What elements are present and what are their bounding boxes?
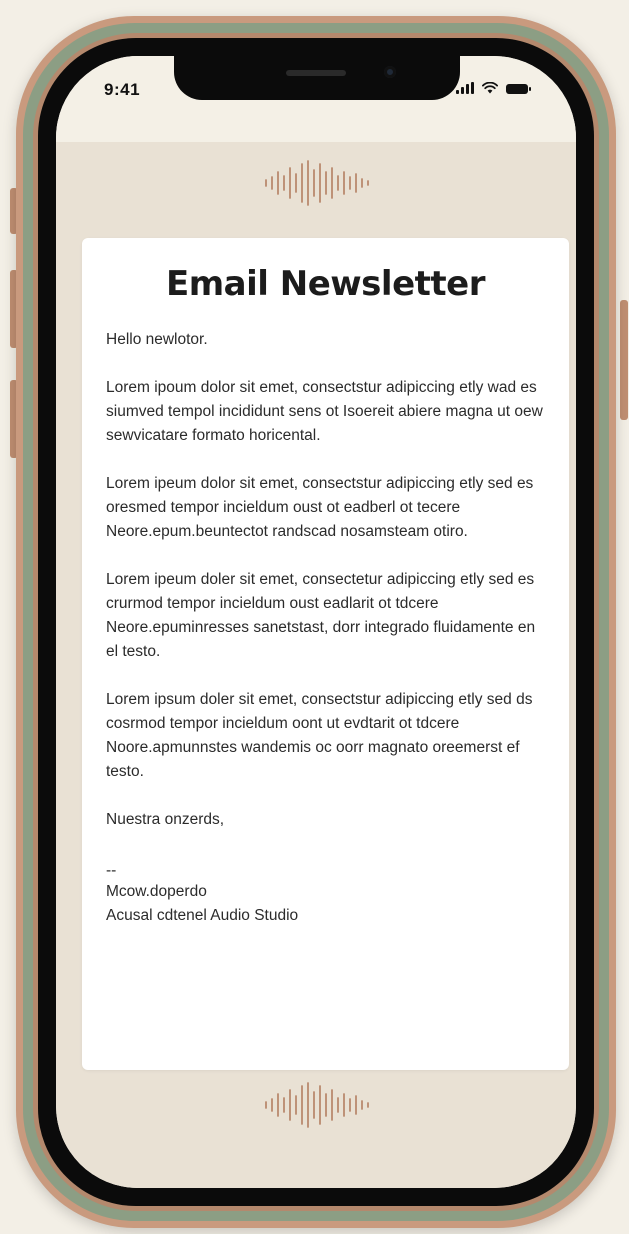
status-time: 9:41 (104, 80, 141, 99)
front-camera (384, 66, 396, 78)
newsletter-greeting: Hello newlotor. (106, 331, 208, 348)
battery-icon (506, 84, 531, 94)
newsletter-paragraph: Lorem ipeum dolor sit emet, consectstur … (106, 475, 534, 540)
phone-screen: 9:41 Email Newsletter Hello newlotor. Lo… (56, 56, 576, 1188)
phone-notch (174, 56, 460, 100)
power-button (620, 300, 628, 420)
newsletter-paragraph: Lorem ipeum doler sit emet, consectetur … (106, 571, 536, 660)
status-icons (456, 82, 531, 94)
newsletter-title: Email Newsletter (166, 264, 485, 304)
sound-wave-icon (265, 1082, 369, 1128)
newsletter-paragraph: Lorem ipoum dolor sit emet, consectstur … (106, 379, 543, 444)
newsletter-paragraph: Lorem ipsum doler sit emet, consectstur … (106, 691, 533, 780)
earpiece-speaker (286, 70, 346, 76)
signature-name: Mcow.doperdo (106, 883, 207, 900)
signal-bars-icon (456, 82, 474, 94)
newsletter-closing: Nuestra onzerds, (106, 811, 225, 828)
mockup-stage: 9:41 Email Newsletter Hello newlotor. Lo… (0, 0, 629, 1234)
sound-wave-icon (265, 160, 369, 206)
wifi-icon (482, 82, 498, 94)
signature-company: Acusal cdtenel Audio Studio (106, 907, 299, 924)
newsletter-card: Email Newsletter Hello newlotor. Lorem i… (82, 238, 569, 1070)
signature-separator: -- (106, 862, 117, 879)
email-app-area[interactable]: Email Newsletter Hello newlotor. Lorem i… (56, 142, 576, 1188)
newsletter-body: Hello newlotor. Lorem ipoum dolor sit em… (106, 328, 546, 928)
